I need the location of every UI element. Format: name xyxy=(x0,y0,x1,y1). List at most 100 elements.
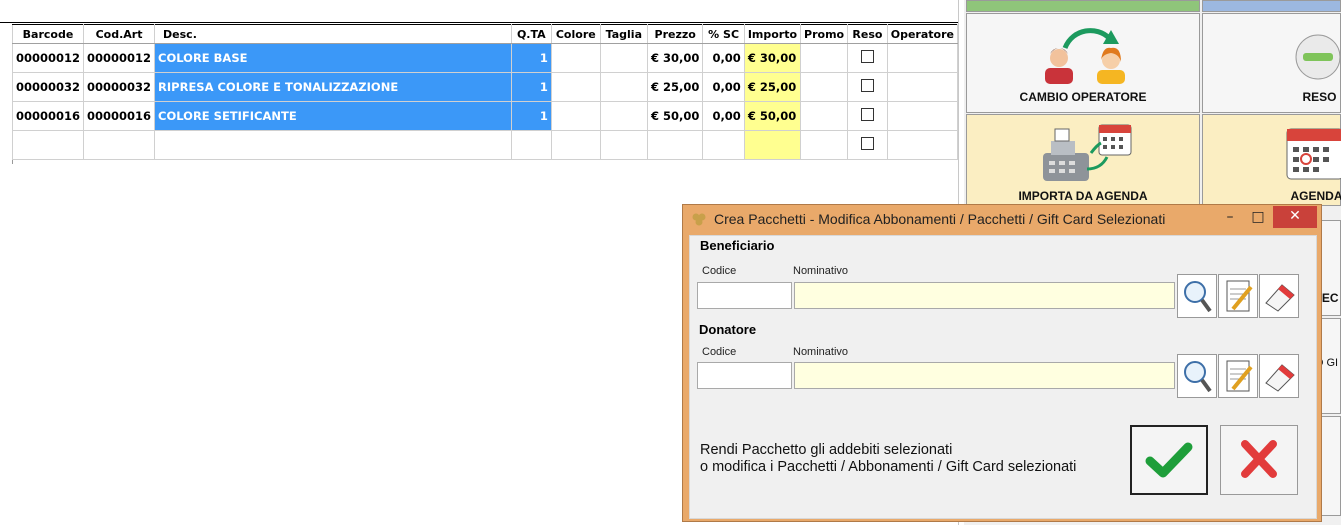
eraser-icon xyxy=(1265,364,1295,392)
cell-operatore[interactable] xyxy=(886,101,959,131)
tile-label-cambio-operatore: CAMBIO OPERATORE xyxy=(1019,90,1147,104)
cell-codart[interactable]: 00000032 xyxy=(83,72,156,102)
column-header-reso[interactable]: Reso xyxy=(847,24,888,44)
reso-checkbox[interactable] xyxy=(860,108,874,121)
reso-checkbox[interactable] xyxy=(860,79,874,92)
cell-colore[interactable] xyxy=(550,72,601,102)
crea-pacchetti-dialog: Crea Pacchetti - Modifica Abbonamenti / … xyxy=(682,204,1322,522)
cell-prezzo[interactable]: € 25,00 xyxy=(646,72,704,102)
column-header-desc[interactable]: Desc. xyxy=(154,24,512,44)
minimize-button[interactable]: – xyxy=(1215,205,1245,231)
cell-importo[interactable]: € 50,00 xyxy=(743,101,802,131)
table-row[interactable]: 00000016 00000016 COLORE SETIFICANTE 1 €… xyxy=(11,101,959,131)
close-button[interactable]: ✕ xyxy=(1273,206,1317,228)
cell-importo[interactable]: € 30,00 xyxy=(743,43,802,73)
tile-top-green[interactable] xyxy=(966,0,1200,12)
tile-label-reso: RESO xyxy=(1302,90,1337,104)
cell-sc[interactable] xyxy=(702,130,745,160)
agenda-button[interactable]: AGENDA xyxy=(1202,114,1341,206)
reso-checkbox[interactable] xyxy=(860,50,874,63)
beneficiario-search-button[interactable] xyxy=(1177,274,1217,318)
donatore-edit-button[interactable] xyxy=(1218,354,1258,398)
table-row[interactable]: 00000012 00000012 COLORE BASE 1 € 30,00 … xyxy=(11,43,959,73)
cell-qta[interactable]: 1 xyxy=(510,43,552,73)
column-header-colore[interactable]: Colore xyxy=(550,24,601,44)
cell-barcode[interactable] xyxy=(11,130,85,160)
cell-prezzo[interactable]: € 50,00 xyxy=(646,101,704,131)
cell-taglia[interactable] xyxy=(599,43,649,73)
cancel-button[interactable] xyxy=(1220,425,1298,495)
tile-label-importa-da-agenda: IMPORTA DA AGENDA xyxy=(1018,189,1148,203)
cell-desc[interactable]: COLORE SETIFICANTE xyxy=(154,101,512,131)
reso-button[interactable]: RESO xyxy=(1202,13,1341,113)
cell-taglia[interactable] xyxy=(599,72,649,102)
column-header-codart[interactable]: Cod.Art xyxy=(83,24,156,44)
cell-taglia[interactable] xyxy=(599,101,649,131)
beneficiario-clear-button[interactable] xyxy=(1259,274,1299,318)
cell-operatore[interactable] xyxy=(886,130,959,160)
cell-barcode[interactable]: 00000032 xyxy=(11,72,85,102)
cambio-operatore-button[interactable]: CAMBIO OPERATORE xyxy=(966,13,1200,113)
beneficiario-edit-button[interactable] xyxy=(1218,274,1258,318)
cell-operatore[interactable] xyxy=(886,72,959,102)
cell-desc[interactable]: RIPRESA COLORE E TONALIZZAZIONE xyxy=(154,72,512,102)
column-header-taglia[interactable]: Taglia xyxy=(599,24,649,44)
cell-colore[interactable] xyxy=(550,43,601,73)
cell-desc[interactable] xyxy=(154,130,512,160)
cell-colore[interactable] xyxy=(550,101,601,131)
beneficiario-nominativo-label: Nominativo xyxy=(793,265,849,277)
column-header-barcode[interactable]: Barcode xyxy=(11,24,85,44)
cell-prezzo[interactable]: € 30,00 xyxy=(646,43,704,73)
minus-circle-icon xyxy=(1295,34,1341,80)
donatore-nominativo-label: Nominativo xyxy=(793,346,849,358)
cell-promo[interactable] xyxy=(800,101,849,131)
cell-prezzo[interactable] xyxy=(646,130,704,160)
column-header-promo[interactable]: Promo xyxy=(800,24,849,44)
items-table: Barcode Cod.Art Desc. Q.TA Colore Taglia… xyxy=(11,24,959,160)
confirm-button[interactable] xyxy=(1130,425,1208,495)
beneficiario-nominativo-field[interactable] xyxy=(794,282,1175,309)
cell-colore[interactable] xyxy=(550,130,601,160)
change-operator-icon xyxy=(1045,28,1125,84)
column-header-prezzo[interactable]: Prezzo xyxy=(646,24,704,44)
cell-sc[interactable]: 0,00 xyxy=(702,101,745,131)
cell-importo[interactable]: € 25,00 xyxy=(743,72,802,102)
cell-promo[interactable] xyxy=(800,130,849,160)
cell-taglia[interactable] xyxy=(599,130,649,160)
cell-qta[interactable]: 1 xyxy=(510,72,552,102)
table-row[interactable]: 00000032 00000032 RIPRESA COLORE E TONAL… xyxy=(11,72,959,102)
dialog-titlebar[interactable]: Crea Pacchetti - Modifica Abbonamenti / … xyxy=(683,205,1321,233)
donatore-nominativo-field[interactable] xyxy=(794,362,1175,389)
cell-qta[interactable] xyxy=(510,130,552,160)
table-row-new[interactable] xyxy=(11,130,959,160)
beneficiario-heading: Beneficiario xyxy=(700,238,775,253)
donatore-codice-field[interactable] xyxy=(697,362,792,389)
cell-barcode[interactable]: 00000016 xyxy=(11,101,85,131)
maximize-button[interactable]: □ xyxy=(1243,205,1273,231)
importa-da-agenda-button[interactable]: IMPORTA DA AGENDA xyxy=(966,114,1200,206)
checkmark-icon xyxy=(1145,442,1193,478)
column-header-operatore[interactable]: Operatore xyxy=(886,24,959,44)
cell-codart[interactable] xyxy=(83,130,156,160)
cell-reso xyxy=(847,43,888,73)
cell-importo[interactable] xyxy=(743,130,802,160)
cell-operatore[interactable] xyxy=(886,43,959,73)
cell-sc[interactable]: 0,00 xyxy=(702,72,745,102)
cell-sc[interactable]: 0,00 xyxy=(702,43,745,73)
beneficiario-codice-field[interactable] xyxy=(697,282,792,309)
cell-promo[interactable] xyxy=(800,72,849,102)
cell-codart[interactable]: 00000012 xyxy=(83,43,156,73)
tile-top-blue[interactable] xyxy=(1202,0,1341,12)
cell-promo[interactable] xyxy=(800,43,849,73)
cell-codart[interactable]: 00000016 xyxy=(83,101,156,131)
column-header-sc[interactable]: % SC xyxy=(702,24,745,44)
column-header-qta[interactable]: Q.TA xyxy=(510,24,552,44)
donatore-search-button[interactable] xyxy=(1177,354,1217,398)
donatore-clear-button[interactable] xyxy=(1259,354,1299,398)
reso-checkbox[interactable] xyxy=(860,137,874,150)
cell-desc[interactable]: COLORE BASE xyxy=(154,43,512,73)
cell-qta[interactable]: 1 xyxy=(510,101,552,131)
cell-barcode[interactable]: 00000012 xyxy=(11,43,85,73)
column-header-importo[interactable]: Importo xyxy=(743,24,802,44)
search-icon xyxy=(1184,361,1212,393)
